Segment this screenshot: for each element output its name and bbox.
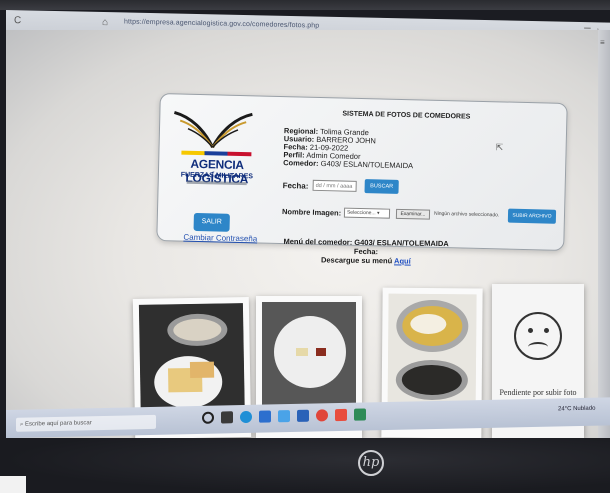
nombre-imagen-select[interactable]: Seleccione... ▾: [343, 207, 391, 219]
monitor-bezel-top: [0, 0, 610, 10]
mail-icon[interactable]: [297, 409, 309, 422]
address-bar[interactable]: https://empresa.agencialogistica.gov.co/…: [124, 18, 319, 29]
scrollbar[interactable]: ≡: [598, 30, 610, 438]
menu-icon: ≡: [600, 38, 605, 47]
page-title: SISTEMA DE FOTOS DE COMEDORES: [342, 110, 471, 121]
hp-logo-icon: hp: [358, 450, 384, 476]
menu-info: Menú del comedor: G403/ ESLAN/TOLEMAIDA …: [256, 236, 476, 266]
subir-archivo-button[interactable]: SUBIR ARCHIVO: [507, 208, 557, 224]
taskbar-search-input[interactable]: ⌕ Escribe aquí para buscar: [16, 414, 156, 432]
comedor-row: Comedor: G403/ ESLAN/TOLEMAIDA: [283, 158, 414, 171]
buscar-button[interactable]: BUSCAR: [364, 179, 399, 194]
edge-browser-icon[interactable]: [240, 410, 252, 424]
food-photo-image: [387, 293, 477, 417]
store-icon[interactable]: [278, 410, 290, 423]
agencia-logo-icon: [173, 110, 253, 149]
file-status-text: Ningún archivo seleccionado.: [433, 210, 500, 219]
app-icon[interactable]: [335, 408, 347, 422]
chevron-down-icon: ▾: [376, 210, 380, 217]
cambiar-contrasena-link[interactable]: Cambiar Contraseña: [175, 232, 265, 244]
nombre-imagen-label: Nombre Imagen:: [281, 207, 342, 218]
salir-button[interactable]: SALIR: [193, 212, 230, 232]
monitor-bezel-bottom: hp: [0, 438, 610, 493]
food-photo-image: [262, 302, 356, 416]
chrome-icon[interactable]: [316, 409, 328, 422]
weather-widget[interactable]: 24°C Nublado: [558, 406, 595, 413]
reload-icon[interactable]: C: [14, 15, 21, 26]
start-circle-icon[interactable]: [202, 411, 214, 424]
home-icon[interactable]: ⌂: [102, 17, 108, 28]
date-filter-label: Fecha:: [282, 181, 309, 191]
excel-icon[interactable]: [354, 408, 366, 421]
sad-face-icon: [514, 312, 562, 360]
mouse-cursor-icon: ⇱: [495, 142, 504, 153]
task-view-icon[interactable]: [221, 411, 233, 424]
file-explorer-icon[interactable]: [259, 410, 271, 423]
date-input[interactable]: dd / mm / aaaa: [312, 179, 357, 192]
corner-artifact: [0, 476, 26, 493]
pending-photo-text: Pendiente por subir foto: [499, 388, 577, 397]
main-card: AGENCIA LOGÍSTICA FUERZAS MILITARES SALI…: [156, 93, 568, 251]
flag-stripe: [181, 150, 252, 157]
examinar-button[interactable]: Examinar...: [395, 208, 431, 220]
page-viewport: AGENCIA LOGÍSTICA FUERZAS MILITARES SALI…: [6, 30, 610, 438]
menu-download-link[interactable]: Aquí: [394, 256, 411, 265]
menu-download-row: Descargue su menú Aquí: [320, 255, 411, 266]
taskbar-apps: [202, 408, 366, 424]
food-photo-image: [138, 303, 245, 417]
